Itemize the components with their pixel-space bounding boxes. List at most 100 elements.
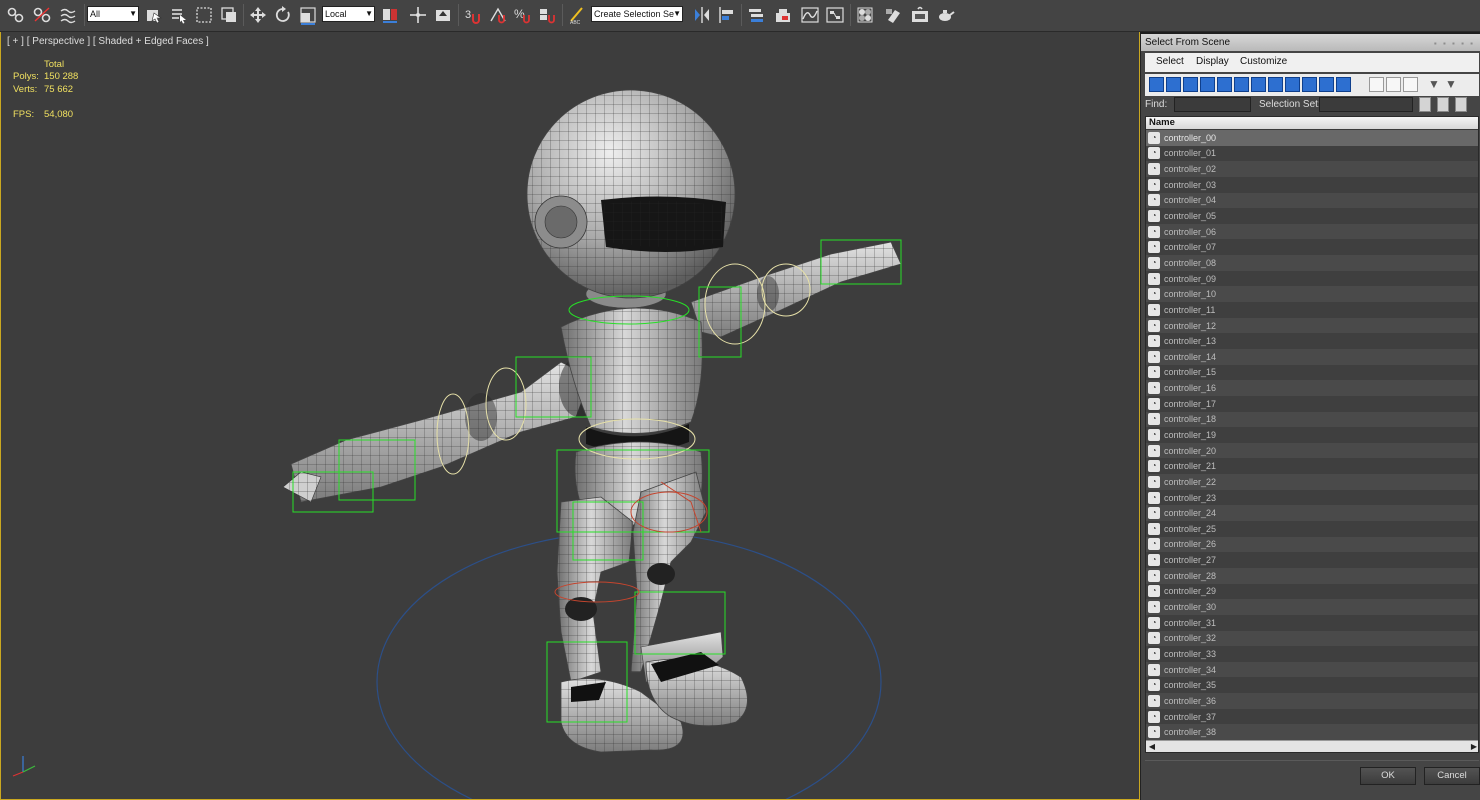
list-item[interactable]: ◔ controller_25	[1146, 521, 1478, 537]
list-item[interactable]: ◔ controller_22	[1146, 474, 1478, 490]
list-item[interactable]: ◔ controller_15	[1146, 364, 1478, 381]
window-crossing-icon[interactable]	[217, 3, 241, 27]
filter-settings-icon[interactable]: ▼	[1445, 77, 1460, 92]
select-and-rotate-icon[interactable]	[271, 3, 295, 27]
list-item[interactable]: ◔ controller_18	[1146, 411, 1478, 428]
list-item[interactable]: ◔ controller_32	[1146, 630, 1478, 647]
list-item[interactable]: ◔ controller_27	[1146, 552, 1478, 568]
find-input[interactable]	[1174, 97, 1251, 112]
rectangular-selection-icon[interactable]	[192, 3, 216, 27]
schematic-view-icon[interactable]	[823, 3, 847, 27]
edit-named-selection-icon[interactable]: ABC	[565, 3, 589, 27]
display-space-warps-icon[interactable]	[1234, 77, 1249, 92]
selection-filter-dropdown[interactable]: All	[87, 6, 139, 22]
select-and-scale-icon[interactable]	[296, 3, 320, 27]
render-setup-icon[interactable]	[882, 3, 906, 27]
list-item[interactable]: ◔ controller_30	[1146, 599, 1478, 615]
invert-display-icon[interactable]	[1403, 77, 1418, 92]
list-item[interactable]: ◔ controller_35	[1146, 677, 1478, 694]
list-item[interactable]: ◔ controller_33	[1146, 646, 1478, 662]
display-groups-icon[interactable]	[1251, 77, 1266, 92]
viewport-label[interactable]: [ + ] [ Perspective ] [ Shaded + Edged F…	[7, 36, 209, 47]
list-item[interactable]: ◔ controller_04	[1146, 192, 1478, 209]
ground-control-circle[interactable]	[376, 531, 882, 800]
list-item[interactable]: ◔ controller_06	[1146, 223, 1478, 240]
dialog-title-bar[interactable]: Select From Scene ▪ ▪ ▪ ▪ ▪	[1141, 34, 1480, 51]
list-item[interactable]: ◔ controller_10	[1146, 286, 1478, 303]
layer-explorer-icon[interactable]	[771, 3, 795, 27]
display-all-icon[interactable]	[1369, 77, 1384, 92]
display-none-icon[interactable]	[1386, 77, 1401, 92]
select-by-name-icon[interactable]	[167, 3, 191, 27]
menu-select[interactable]: Select	[1156, 56, 1184, 67]
list-item[interactable]: ◔ controller_03	[1146, 176, 1478, 193]
list-item[interactable]: ◔ controller_00	[1146, 130, 1478, 146]
display-helpers-icon[interactable]	[1217, 77, 1232, 92]
bind-to-space-warp-icon[interactable]	[56, 3, 80, 27]
display-frozen-icon[interactable]	[1319, 77, 1334, 92]
perspective-viewport[interactable]: [ + ] [ Perspective ] [ Shaded + Edged F…	[0, 32, 1140, 800]
mirror-icon[interactable]	[690, 3, 714, 27]
display-lights-icon[interactable]	[1183, 77, 1198, 92]
display-containers-icon[interactable]	[1302, 77, 1317, 92]
scene-object-list[interactable]: Name ◔ controller_00 ◔ controller_01 ◔ contro…	[1145, 116, 1479, 753]
head[interactable]	[526, 89, 736, 299]
display-xrefs-icon[interactable]	[1268, 77, 1283, 92]
menu-customize[interactable]: Customize	[1240, 56, 1287, 67]
list-item[interactable]: ◔ controller_34	[1146, 661, 1478, 678]
render-frame-window-icon[interactable]	[908, 3, 932, 27]
pivot-center-icon[interactable]	[378, 3, 402, 27]
material-editor-icon[interactable]	[853, 3, 877, 27]
list-item[interactable]: ◔ controller_14	[1146, 348, 1478, 365]
select-and-link-icon[interactable]	[4, 3, 28, 27]
keyboard-shortcut-override-icon[interactable]	[431, 3, 455, 27]
scroll-right-icon[interactable]: ▶	[1468, 741, 1478, 752]
display-geometry-icon[interactable]	[1149, 77, 1164, 92]
filter-icon[interactable]: ▼	[1428, 77, 1443, 92]
cancel-button[interactable]: Cancel	[1424, 767, 1480, 785]
list-item[interactable]: ◔ controller_05	[1146, 208, 1478, 224]
named-selection-set-dropdown[interactable]: Create Selection Se	[591, 6, 683, 22]
list-item[interactable]: ◔ controller_24	[1146, 505, 1478, 522]
percent-snap-icon[interactable]: %	[511, 3, 535, 27]
ok-button[interactable]: OK	[1360, 767, 1416, 785]
reference-coordinate-dropdown[interactable]: Local	[322, 6, 375, 22]
select-object-icon[interactable]	[142, 3, 166, 27]
list-item[interactable]: ◔ controller_01	[1146, 145, 1478, 162]
unlink-selection-icon[interactable]	[30, 3, 54, 27]
snaps-toggle-icon[interactable]: 3	[461, 3, 485, 27]
list-item[interactable]: ◔ controller_17	[1146, 395, 1478, 412]
right-arm[interactable]	[690, 241, 902, 338]
list-item[interactable]: ◔ controller_23	[1146, 489, 1478, 506]
scene-explorer-icon[interactable]	[744, 3, 768, 27]
align-icon[interactable]	[715, 3, 739, 27]
display-shapes-icon[interactable]	[1166, 77, 1181, 92]
list-item[interactable]: ◔ controller_02	[1146, 161, 1478, 177]
list-item[interactable]: ◔ controller_38	[1146, 724, 1478, 740]
manipulate-icon[interactable]	[406, 3, 430, 27]
angle-snap-icon[interactable]	[486, 3, 510, 27]
curve-editor-icon[interactable]	[798, 3, 822, 27]
list-item[interactable]: ◔ controller_19	[1146, 427, 1478, 443]
list-item[interactable]: ◔ controller_16	[1146, 380, 1478, 396]
list-item[interactable]: ◔ controller_29	[1146, 583, 1478, 600]
select-and-move-icon[interactable]	[246, 3, 270, 27]
selection-set-dropdown[interactable]	[1319, 97, 1413, 112]
name-column-header[interactable]: Name	[1146, 117, 1478, 129]
list-item[interactable]: ◔ controller_26	[1146, 536, 1478, 553]
list-item[interactable]: ◔ controller_12	[1146, 317, 1478, 334]
list-item[interactable]: ◔ controller_31	[1146, 614, 1478, 631]
spinner-snap-icon[interactable]	[536, 3, 560, 27]
list-item[interactable]: ◔ controller_21	[1146, 458, 1478, 475]
select-set-icon[interactable]	[1455, 97, 1467, 112]
horizontal-scrollbar[interactable]: ◀ ▶	[1146, 740, 1478, 752]
list-item[interactable]: ◔ controller_36	[1146, 693, 1478, 709]
list-item[interactable]: ◔ controller_20	[1146, 442, 1478, 459]
list-item[interactable]: ◔ controller_08	[1146, 255, 1478, 271]
list-item[interactable]: ◔ controller_28	[1146, 567, 1478, 584]
scroll-left-icon[interactable]: ◀	[1146, 741, 1158, 752]
add-to-set-icon[interactable]	[1419, 97, 1431, 112]
remove-from-set-icon[interactable]	[1437, 97, 1449, 112]
list-item[interactable]: ◔ controller_07	[1146, 239, 1478, 256]
render-production-icon[interactable]	[934, 3, 958, 27]
